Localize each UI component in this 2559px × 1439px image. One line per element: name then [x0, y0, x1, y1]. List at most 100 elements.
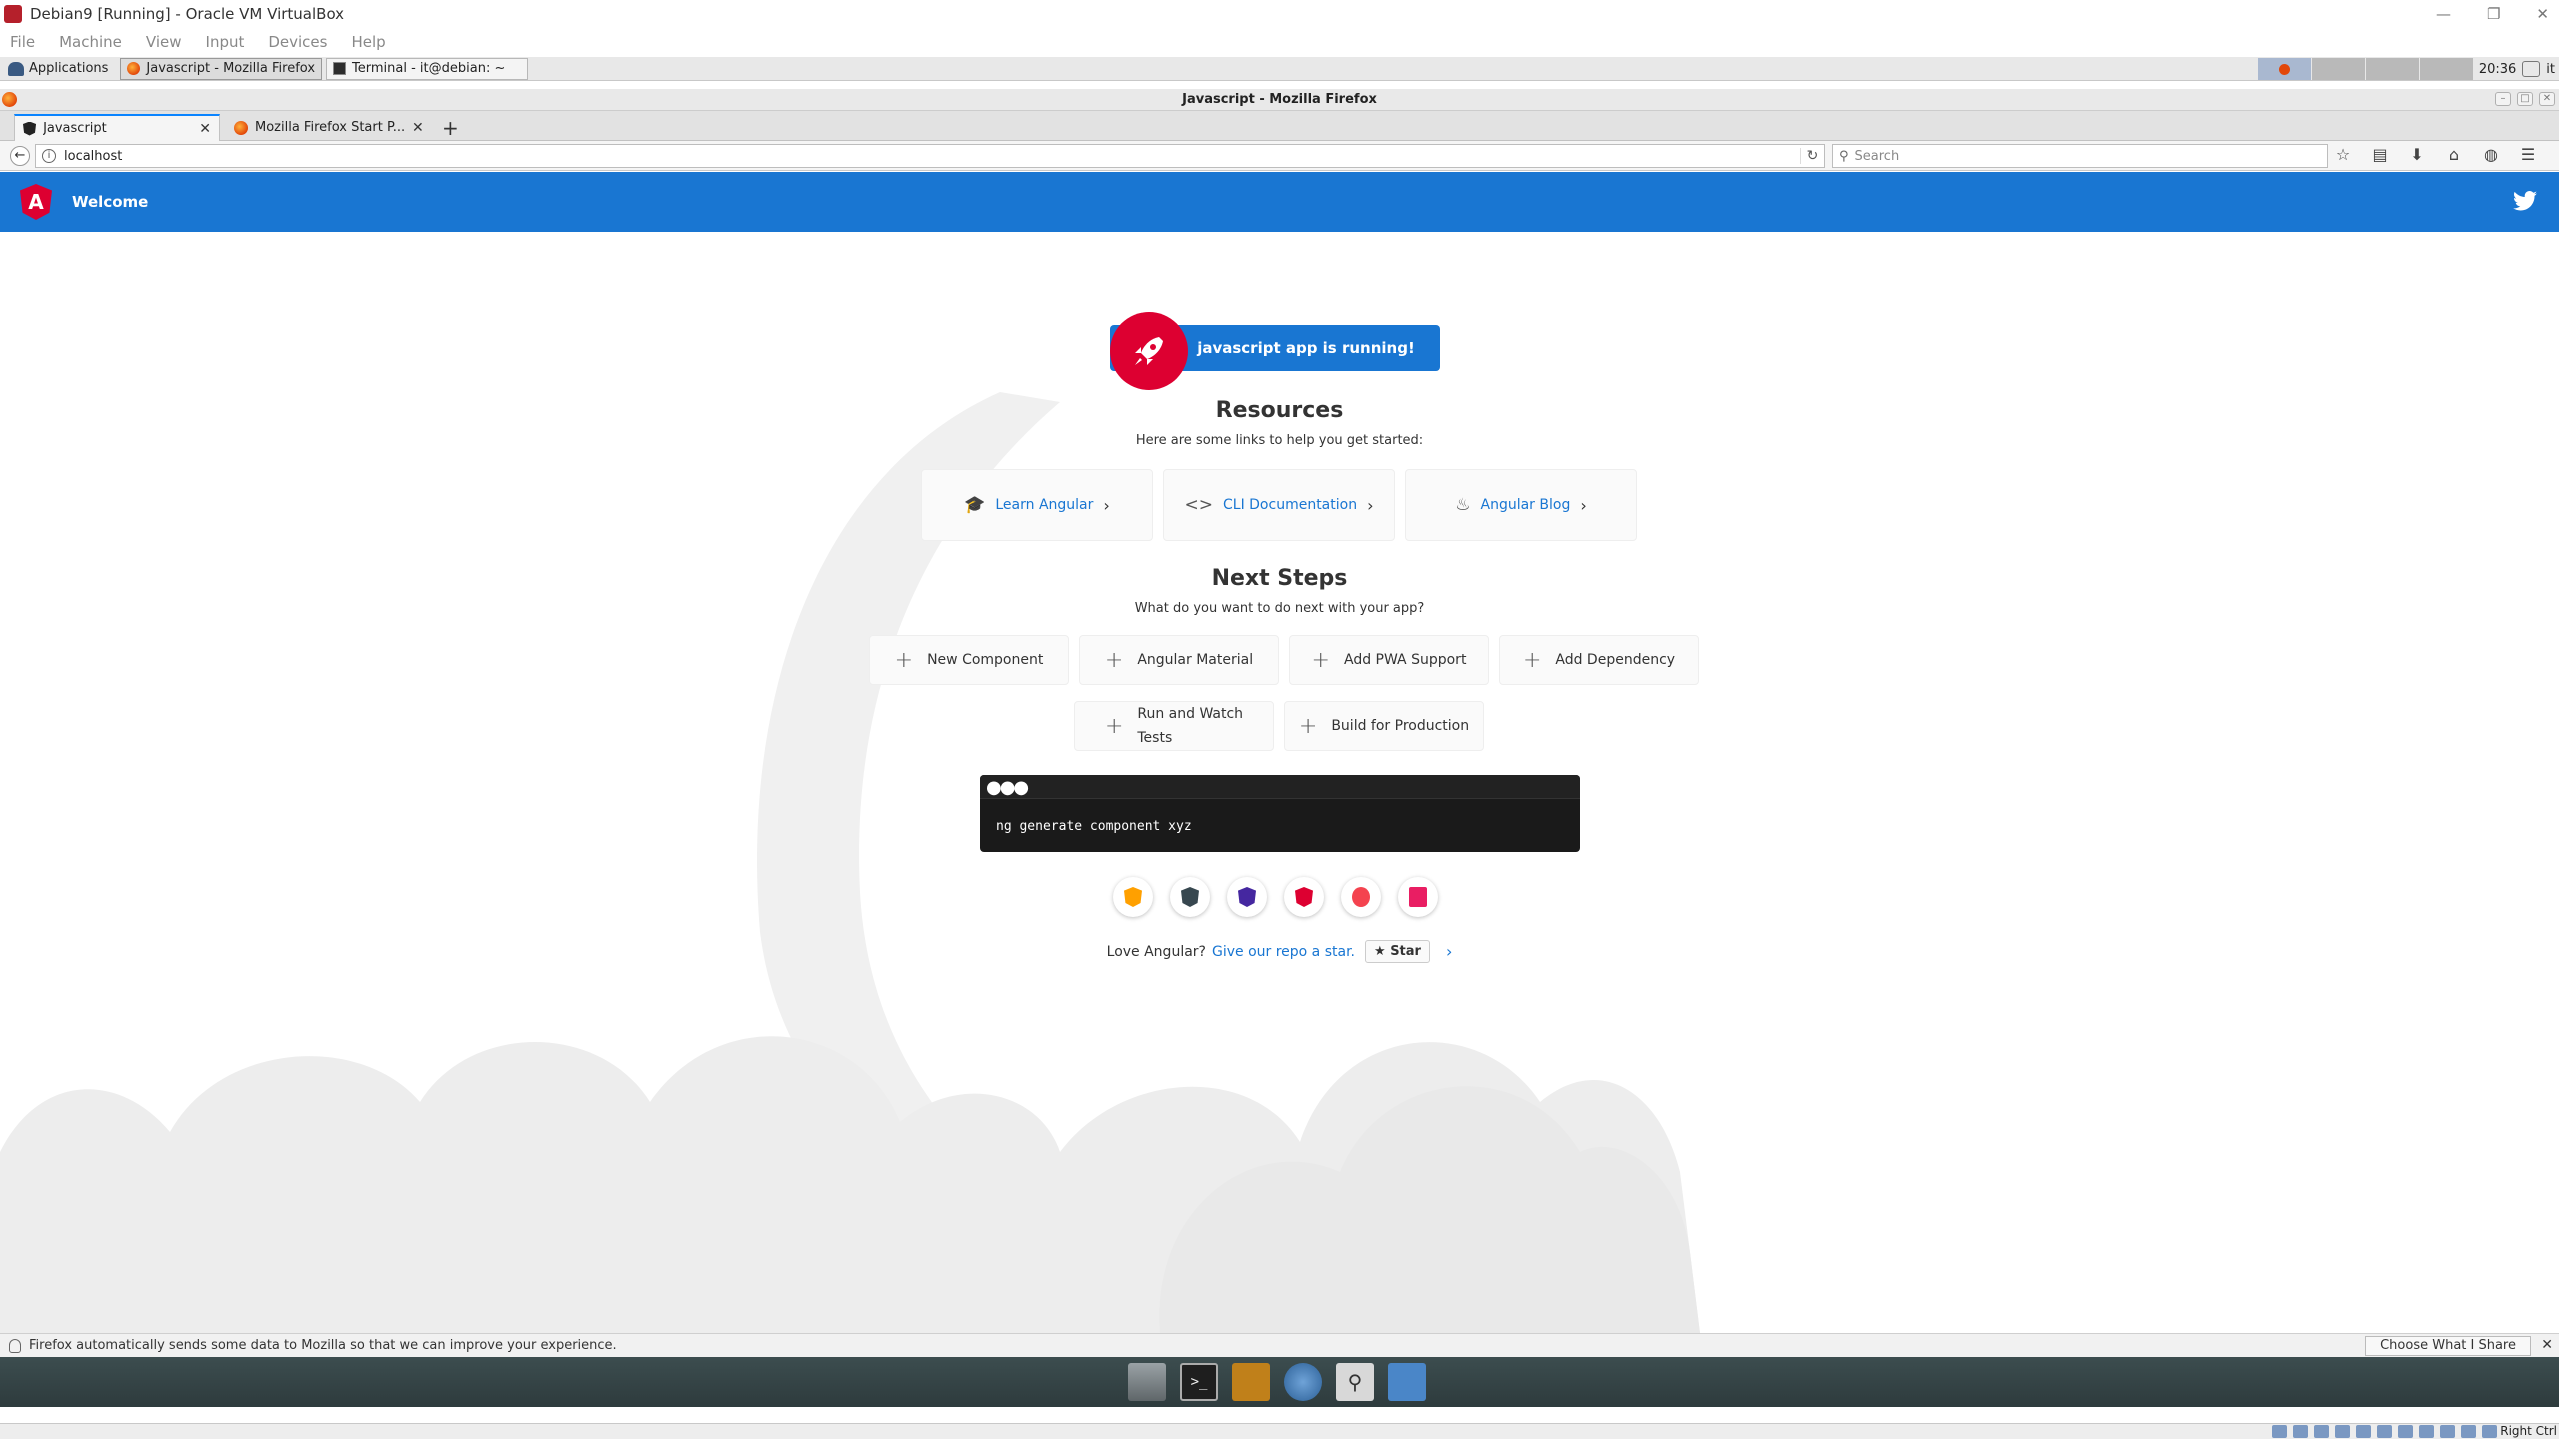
back-arrow-icon[interactable]: ← [10, 146, 30, 166]
chevron-right-icon[interactable]: › [1446, 942, 1452, 961]
step-label: Angular Material [1137, 652, 1254, 668]
star-repo-link[interactable]: Give our repo a star. [1212, 944, 1355, 960]
step-build-production[interactable]: + Build for Production [1284, 701, 1484, 751]
cli-badge[interactable] [1170, 877, 1210, 917]
step-new-component[interactable]: + New Component [869, 635, 1069, 685]
app-finder-icon[interactable]: ⚲ [1336, 1363, 1374, 1401]
workspace-2[interactable] [2310, 58, 2365, 80]
tab-javascript[interactable]: Javascript ✕ [14, 114, 220, 141]
minimize-icon[interactable]: — [2436, 5, 2451, 23]
angular-logo-icon: A [20, 184, 52, 220]
downloads-icon[interactable]: ⬇ [2408, 145, 2426, 164]
plus-icon: + [1298, 713, 1318, 739]
meetup-badge[interactable] [1341, 877, 1381, 917]
step-add-dependency[interactable]: + Add Dependency [1499, 635, 1699, 685]
shared-folders-icon[interactable] [2377, 1425, 2392, 1438]
terminal-icon [333, 62, 347, 75]
hdd-icon[interactable] [2272, 1425, 2287, 1438]
step-angular-material[interactable]: + Angular Material [1079, 635, 1279, 685]
close-icon[interactable]: ✕ [2539, 92, 2555, 106]
close-icon[interactable]: ✕ [412, 120, 424, 136]
web-browser-icon[interactable] [1284, 1363, 1322, 1401]
video-capture-icon[interactable] [2419, 1425, 2434, 1438]
keyboard-layout[interactable]: it [2546, 62, 2559, 77]
workspace-4[interactable] [2418, 58, 2473, 80]
terminal-command[interactable]: ng generate component xyz [996, 819, 1192, 834]
mouse-integration-icon[interactable] [2461, 1425, 2476, 1438]
display-icon[interactable] [2398, 1425, 2413, 1438]
app-toolbar: A Welcome [0, 172, 2559, 232]
optical-drive-icon[interactable] [2293, 1425, 2308, 1438]
taskbar-item-terminal[interactable]: Terminal - it@debian: ~ [326, 57, 529, 80]
file-manager-icon[interactable] [1232, 1363, 1270, 1401]
animations-badge[interactable] [1113, 877, 1153, 917]
url-text[interactable]: localhost [64, 149, 1800, 164]
resource-card-angular-blog[interactable]: ♨ Angular Blog › [1405, 469, 1637, 541]
applications-menu[interactable]: Applications [0, 57, 116, 81]
new-tab-icon[interactable]: + [442, 116, 459, 140]
twitter-icon[interactable] [2513, 190, 2537, 212]
protractor-badge[interactable] [1284, 877, 1324, 917]
close-icon[interactable]: ✕ [2541, 1337, 2553, 1353]
close-icon[interactable]: ✕ [199, 121, 211, 137]
pocket-icon[interactable]: ◍ [2482, 145, 2500, 164]
resource-card-cli-docs[interactable]: <> CLI Documentation › [1163, 469, 1395, 541]
audio-icon[interactable] [2314, 1425, 2329, 1438]
site-info-icon[interactable]: i [42, 149, 56, 163]
resources-heading: Resources [1215, 398, 1344, 423]
minimize-icon[interactable]: – [2495, 92, 2511, 106]
reload-icon[interactable]: ↻ [1800, 148, 1824, 164]
maximize-icon[interactable]: □ [2517, 92, 2533, 106]
virtualization-icon[interactable] [2440, 1425, 2455, 1438]
virtualbox-icon [4, 4, 22, 23]
menu-view[interactable]: View [146, 33, 182, 51]
tab-label: Mozilla Firefox Start P... [255, 120, 405, 135]
taskbar-item-firefox[interactable]: Javascript - Mozilla Firefox [120, 57, 323, 80]
xfce-top-panel: Applications Javascript - Mozilla Firefo… [0, 57, 2559, 81]
bookmarks-library-icon[interactable]: ▤ [2371, 145, 2389, 164]
resources-subtext: Here are some links to help you get star… [1135, 433, 1424, 448]
folder-icon[interactable] [1388, 1363, 1426, 1401]
step-add-pwa[interactable]: + Add PWA Support [1289, 635, 1489, 685]
augury-icon [1238, 887, 1256, 907]
step-label-line2: Tests [1137, 730, 1173, 746]
command-terminal: ●●● ng generate component xyz [980, 775, 1580, 852]
network-adapter-icon[interactable] [2335, 1425, 2350, 1438]
home-icon[interactable]: ⌂ [2445, 145, 2463, 164]
workspace-1[interactable] [2256, 58, 2311, 80]
network-icon[interactable] [2522, 61, 2541, 77]
resource-label: Angular Blog [1480, 497, 1571, 513]
bookmark-star-icon[interactable]: ☆ [2334, 145, 2352, 164]
github-star-button[interactable]: ★ Star [1365, 940, 1430, 963]
panel-clock[interactable]: 20:36 [2473, 62, 2522, 77]
tab-firefox-start[interactable]: Mozilla Firefox Start P... ✕ [226, 114, 432, 141]
usb-icon[interactable] [2356, 1425, 2371, 1438]
choose-what-i-share-button[interactable]: Choose What I Share [2365, 1336, 2531, 1356]
terminal-launcher-icon[interactable]: >_ [1180, 1363, 1218, 1401]
restore-icon[interactable]: ❐ [2487, 5, 2500, 23]
menu-input[interactable]: Input [206, 33, 245, 51]
ecosystem-badges [1113, 877, 1438, 917]
lightbulb-icon [9, 1338, 21, 1353]
plus-icon: + [1104, 713, 1124, 739]
menu-machine[interactable]: Machine [59, 33, 122, 51]
plus-icon: + [894, 647, 914, 673]
resource-card-learn-angular[interactable]: 🎓 Learn Angular › [921, 469, 1153, 541]
search-bar[interactable]: ⚲ Search [1832, 144, 2328, 168]
hamburger-menu-icon[interactable]: ☰ [2519, 145, 2537, 164]
workspace-3[interactable] [2364, 58, 2419, 80]
step-label: Run and Watch Tests [1137, 702, 1243, 750]
augury-badge[interactable] [1227, 877, 1267, 917]
mortarboard-icon: 🎓 [964, 495, 986, 515]
step-run-watch-tests[interactable]: + Run and Watch Tests [1074, 701, 1274, 751]
url-bar[interactable]: i localhost ↻ [35, 144, 1825, 168]
menu-devices[interactable]: Devices [268, 33, 327, 51]
menu-help[interactable]: Help [351, 33, 385, 51]
menu-file[interactable]: File [10, 33, 35, 51]
keyboard-icon[interactable] [2482, 1425, 2497, 1438]
resource-label: Learn Angular [995, 497, 1094, 513]
close-icon[interactable]: ✕ [2536, 5, 2549, 23]
notification-text: Firefox automatically sends some data to… [29, 1338, 617, 1353]
discord-badge[interactable] [1398, 877, 1438, 917]
show-desktop-icon[interactable] [1128, 1363, 1166, 1401]
